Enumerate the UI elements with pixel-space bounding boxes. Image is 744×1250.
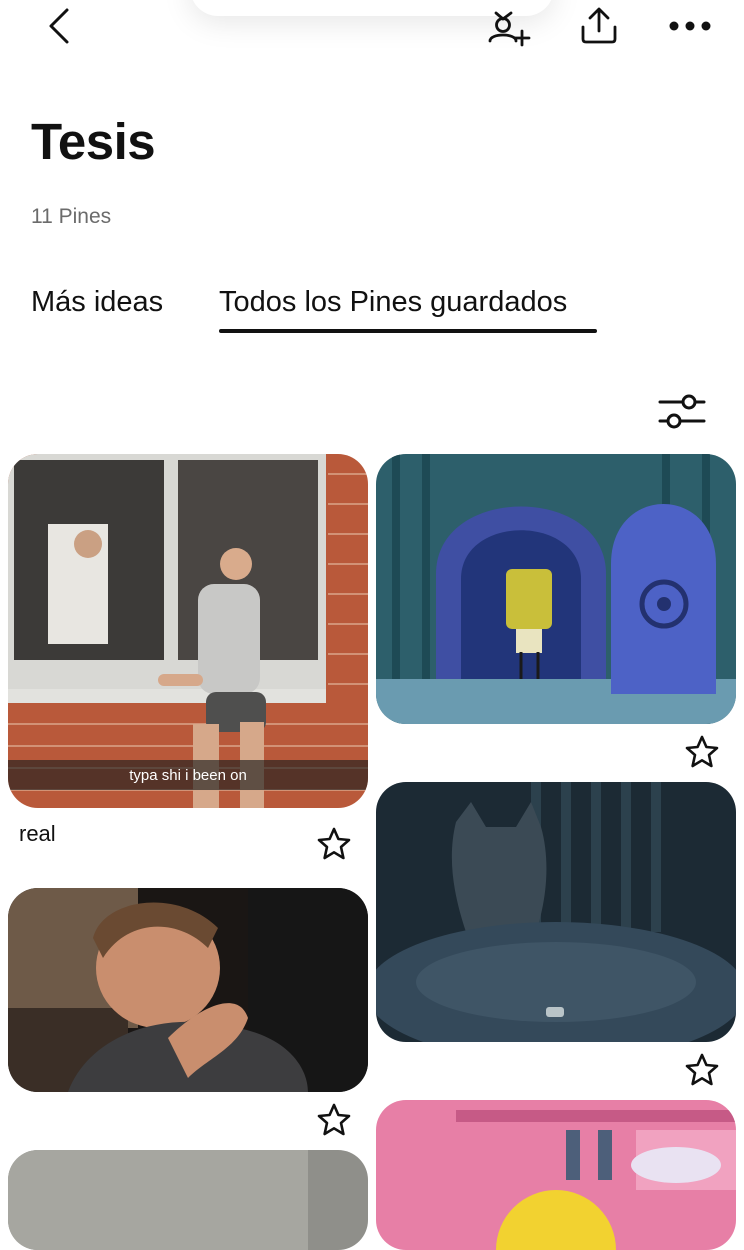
pin-image	[376, 454, 736, 724]
add-collaborator-icon	[488, 11, 531, 47]
active-tab-indicator	[219, 329, 597, 333]
board-title: Tesis	[31, 113, 156, 170]
filter-button[interactable]	[656, 390, 708, 434]
more-options-icon	[669, 21, 711, 31]
share-icon	[581, 7, 617, 44]
tab-more-ideas[interactable]: Más ideas	[31, 286, 163, 319]
pin-count: 11 Pines	[31, 205, 112, 228]
pin-card[interactable]	[8, 1150, 368, 1250]
pin-image	[376, 782, 736, 1042]
share-button[interactable]	[574, 2, 624, 48]
pin-caption: real	[19, 821, 56, 846]
chevron-left-icon	[49, 8, 69, 44]
tab-all-saved-pins[interactable]: Todos los Pines guardados	[219, 286, 567, 319]
star-icon[interactable]	[316, 1102, 352, 1138]
more-options-button[interactable]	[664, 4, 716, 48]
star-icon[interactable]	[684, 1052, 720, 1088]
star-icon[interactable]	[316, 826, 352, 862]
filter-sliders-icon	[658, 394, 706, 429]
pin-overlay-text: typa shi i been on	[129, 767, 247, 784]
pin-card[interactable]	[376, 454, 736, 724]
pin-card[interactable]	[376, 782, 736, 1042]
pin-card[interactable]: typa shi i been on	[8, 454, 368, 808]
pin-image: typa shi i been on	[8, 454, 368, 808]
add-collaborator-button[interactable]	[484, 4, 534, 50]
pin-image	[8, 888, 368, 1092]
star-icon[interactable]	[684, 734, 720, 770]
pin-image	[8, 1150, 368, 1250]
pin-image	[376, 1100, 736, 1250]
pin-card[interactable]	[376, 1100, 736, 1250]
pin-card[interactable]	[8, 888, 368, 1092]
back-button[interactable]	[36, 2, 80, 50]
